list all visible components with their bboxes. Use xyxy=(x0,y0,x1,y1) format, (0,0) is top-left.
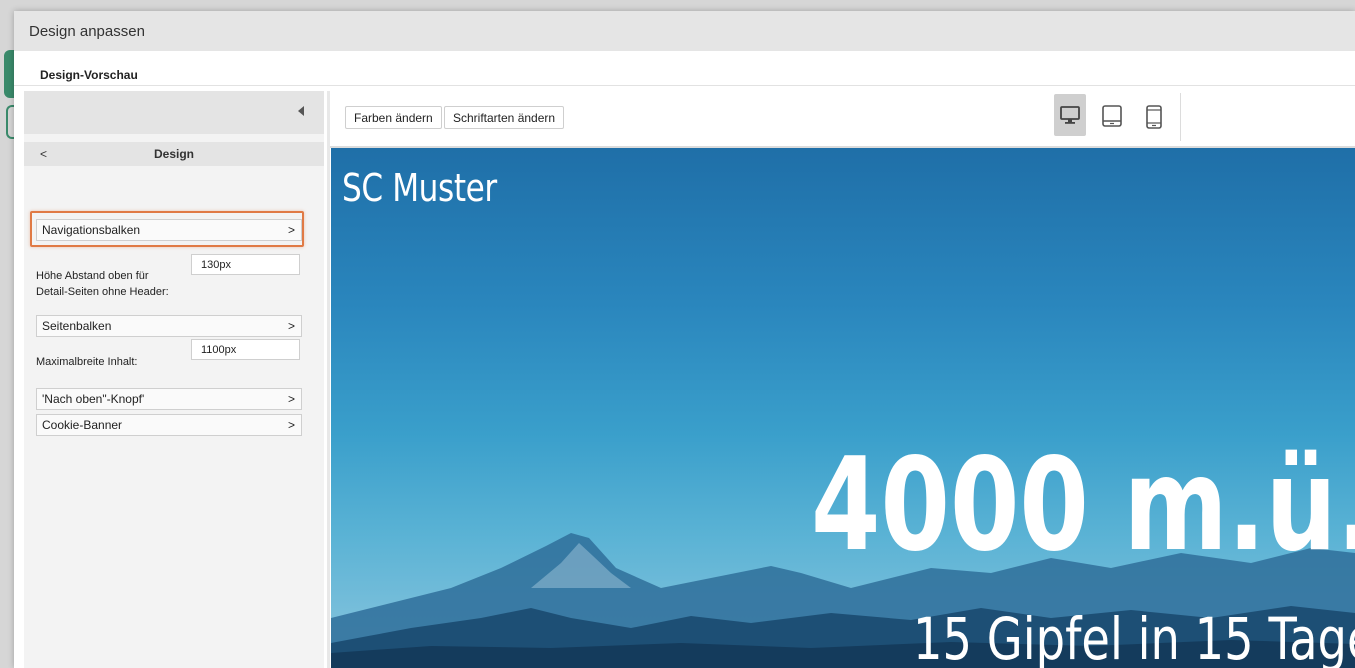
design-settings-panel: < Design Navigationsbalken > Höhe Abstan… xyxy=(24,91,324,668)
height-input[interactable] xyxy=(191,254,300,275)
design-dialog: Design anpassen Design-Vorschau < Design… xyxy=(14,11,1355,668)
desktop-icon xyxy=(1060,106,1080,124)
divider xyxy=(14,85,1355,86)
height-label: Höhe Abstand oben für Detail-Seiten ohne… xyxy=(36,268,169,300)
toolbar-separator xyxy=(1180,93,1181,141)
site-title: SC Muster xyxy=(342,166,497,210)
chevron-right-icon: > xyxy=(287,418,295,432)
tablet-view-button[interactable] xyxy=(1096,94,1128,136)
phone-icon xyxy=(1146,105,1162,129)
panel-splitter[interactable] xyxy=(327,91,330,668)
seitenbalken-button[interactable]: Seitenbalken > xyxy=(36,315,302,337)
preview-toolbar: Farben ändern Schriftarten ändern xyxy=(330,91,1355,147)
button-label: Seitenbalken xyxy=(42,319,112,333)
panel-collapse-bar[interactable] xyxy=(24,91,324,134)
mountain-background-image xyxy=(331,533,1355,668)
phone-view-button[interactable] xyxy=(1138,94,1170,136)
website-preview: SC Muster 4000 m.ü.M 15 Gipfel in 15 Tag… xyxy=(331,148,1355,668)
button-label: 'Nach oben"-Knopf' xyxy=(42,392,145,406)
button-label: Cookie-Banner xyxy=(42,418,123,432)
maxwidth-input[interactable] xyxy=(191,339,300,360)
height-label-line2: Detail-Seiten ohne Header: xyxy=(36,286,169,298)
maxwidth-label: Maximalbreite Inhalt: xyxy=(36,356,138,368)
nach-oben-knopf-button[interactable]: 'Nach oben"-Knopf' > xyxy=(36,388,302,410)
change-colors-button[interactable]: Farben ändern xyxy=(345,106,442,129)
section-title: Design xyxy=(153,147,194,161)
navigationsbalken-button[interactable]: Navigationsbalken > xyxy=(36,219,302,241)
change-fonts-button[interactable]: Schriftarten ändern xyxy=(444,106,565,129)
height-label-line1: Höhe Abstand oben für xyxy=(36,270,149,282)
design-section-header: < Design xyxy=(24,142,324,166)
hero-title: 4000 m.ü.M xyxy=(811,431,1355,580)
chevron-right-icon: > xyxy=(287,223,295,237)
desktop-view-button[interactable] xyxy=(1054,94,1086,136)
collapse-arrow-icon[interactable] xyxy=(298,106,304,116)
chevron-right-icon: > xyxy=(287,392,295,406)
preview-heading: Design-Vorschau xyxy=(40,68,138,82)
tablet-icon xyxy=(1102,105,1122,127)
button-label: Navigationsbalken xyxy=(42,223,141,237)
dialog-title: Design anpassen xyxy=(29,23,145,40)
hero-subtitle: 15 Gipfel in 15 Tagen. xyxy=(913,605,1355,668)
dialog-titlebar: Design anpassen xyxy=(14,11,1355,51)
cookie-banner-button[interactable]: Cookie-Banner > xyxy=(36,414,302,436)
chevron-right-icon: > xyxy=(287,319,295,333)
